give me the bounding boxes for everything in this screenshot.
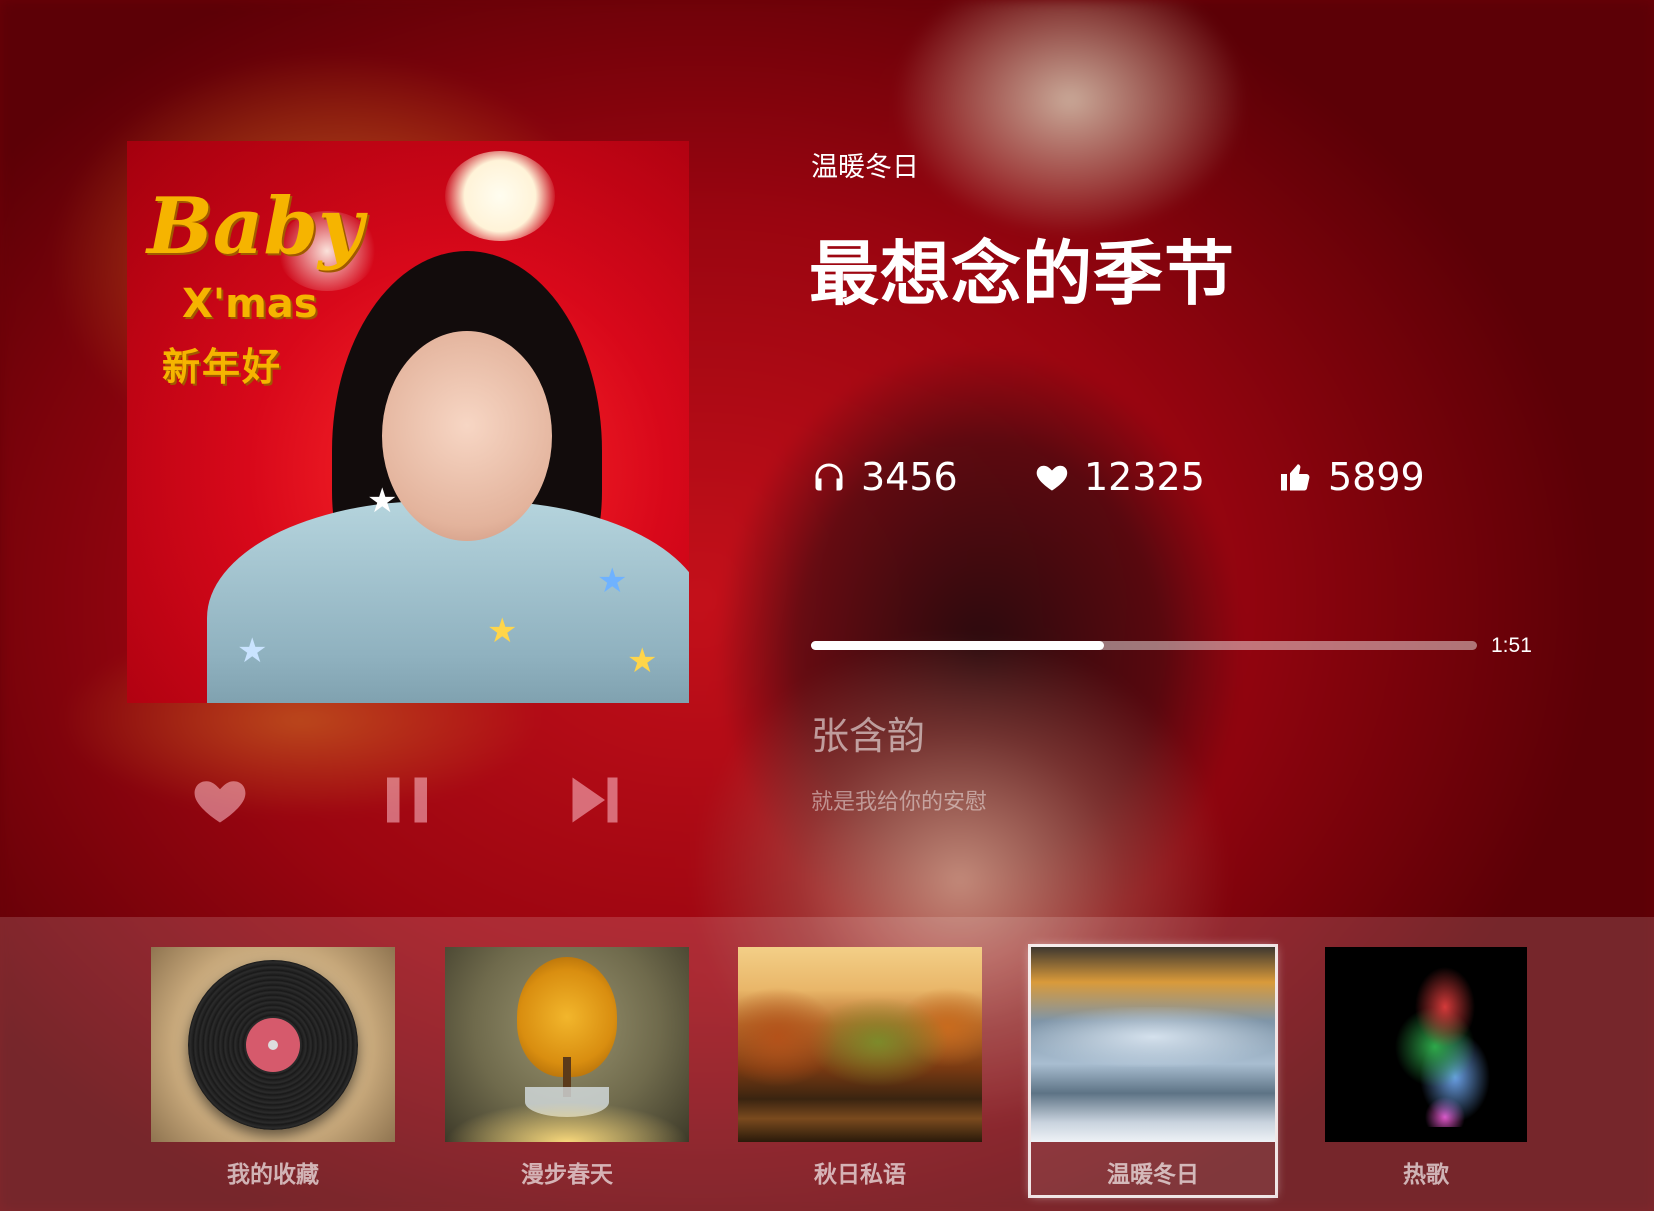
current-lyric: 就是我给你的安慰 — [811, 790, 988, 815]
progress-bar[interactable] — [811, 641, 1477, 650]
album-cover-pompom — [445, 151, 555, 241]
playlist-item-favorites[interactable]: 我的收藏 — [151, 947, 395, 1195]
artist-name: 张含韵 — [811, 714, 926, 758]
star-icon: ★ — [597, 561, 628, 601]
spring-tree-thumbnail — [445, 947, 689, 1142]
player-controls — [190, 770, 630, 830]
playlist-item-winter[interactable]: 温暖冬日 — [1031, 947, 1275, 1195]
album-cover-face — [382, 331, 552, 541]
progress-fill — [811, 641, 1105, 650]
skip-next-icon[interactable] — [565, 770, 625, 830]
album-cover: Baby X'mas 新年好 ★ ★ ★ ★ ★ — [127, 141, 689, 703]
favorites-count: 12325 — [1084, 455, 1205, 499]
playlist-label: 温暖冬日 — [1107, 1162, 1199, 1188]
playlist-label: 我的收藏 — [227, 1162, 319, 1188]
album-cover-tagline: 新年好 — [162, 345, 283, 389]
favorites-stat[interactable]: 12325 — [1034, 455, 1205, 499]
vinyl-record-thumbnail — [151, 947, 395, 1142]
playlist-item-autumn[interactable]: 秋日私语 — [738, 947, 982, 1195]
playlist-item-spring[interactable]: 漫步春天 — [445, 947, 689, 1195]
pause-icon[interactable] — [377, 770, 437, 830]
star-icon: ★ — [237, 631, 268, 671]
star-icon: ★ — [487, 611, 518, 651]
playlist-bar: 我的收藏 漫步春天 秋日私语 温暖冬日 热歌 — [0, 917, 1654, 1211]
playlist-label: 漫步春天 — [521, 1162, 613, 1188]
elapsed-time: 1:51 — [1491, 634, 1532, 657]
treble-clef-thumbnail — [1325, 947, 1527, 1142]
headphones-icon — [815, 463, 843, 491]
winter-lake-thumbnail — [1031, 947, 1275, 1142]
thumbs-up-icon — [1281, 464, 1310, 491]
star-icon: ★ — [367, 481, 398, 521]
heart-icon — [1036, 465, 1068, 491]
playlist-category-label: 温暖冬日 — [811, 152, 919, 183]
album-cover-subtitle: X'mas — [182, 281, 318, 327]
likes-count: 5899 — [1328, 455, 1425, 499]
song-title: 最想念的季节 — [809, 233, 1235, 315]
heart-icon[interactable] — [190, 770, 250, 830]
listens-count: 3456 — [861, 455, 958, 499]
listens-stat: 3456 — [811, 455, 958, 499]
playlist-label: 秋日私语 — [814, 1162, 906, 1188]
autumn-lake-thumbnail — [738, 947, 982, 1142]
likes-stat[interactable]: 5899 — [1278, 455, 1425, 499]
playlist-label: 热歌 — [1403, 1162, 1449, 1188]
playlist-item-hot[interactable]: 热歌 — [1325, 947, 1527, 1195]
star-icon: ★ — [627, 641, 658, 681]
album-cover-title: Baby — [147, 181, 364, 272]
